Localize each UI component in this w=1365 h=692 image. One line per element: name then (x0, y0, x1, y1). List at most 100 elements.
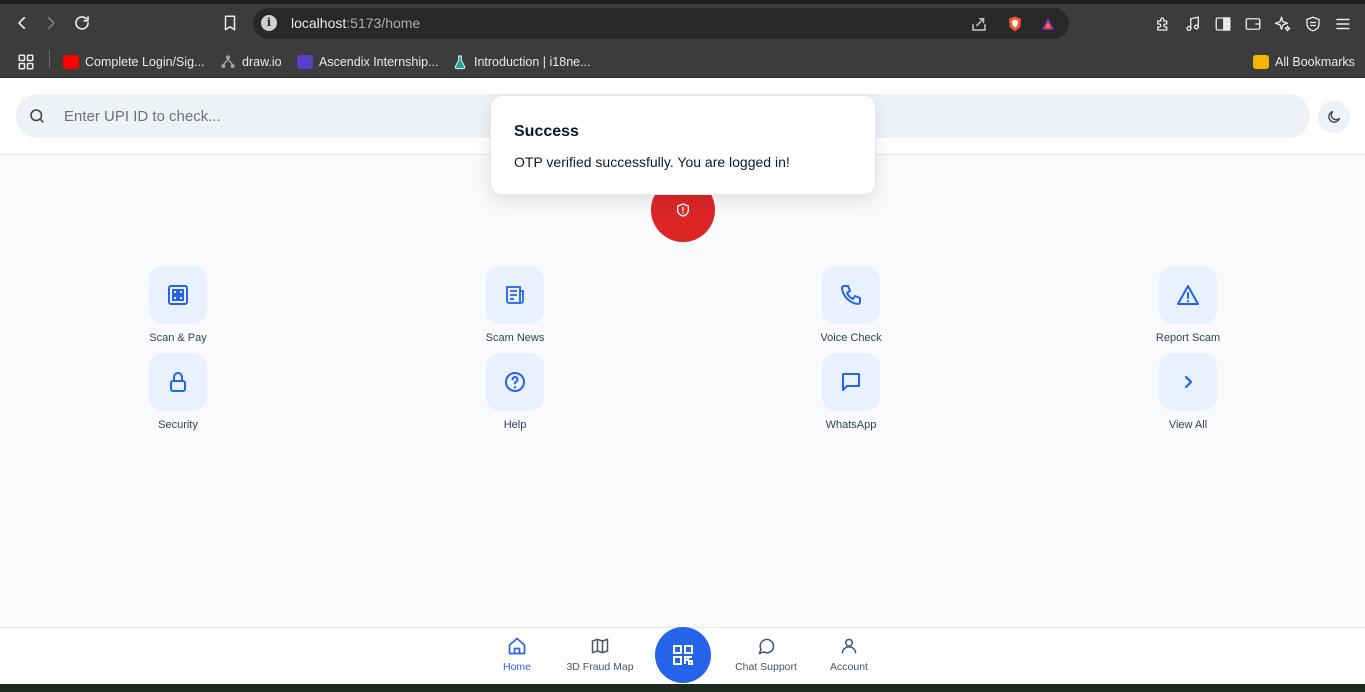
tile-label: Security (158, 419, 198, 431)
address-url: localhost:5173/home (291, 15, 421, 31)
tile-icon-box (822, 266, 880, 324)
tile-label: Scam News (485, 332, 545, 344)
nav-home[interactable]: Home (472, 636, 562, 673)
bookmark-item[interactable]: draw.io (220, 51, 282, 73)
nav-label: Home (502, 661, 531, 673)
site-info-icon[interactable]: i (261, 15, 277, 31)
phone-icon (841, 285, 861, 305)
bookmark-label: Introduction | i18ne... (474, 55, 591, 69)
toast-message: OTP verified successfully. You are logge… (514, 154, 790, 170)
moon-icon (1328, 111, 1340, 123)
brave-rewards-icon[interactable] (1039, 15, 1057, 33)
extensions-button[interactable] (1153, 14, 1173, 34)
shield-alert-icon (677, 203, 689, 217)
list-icon (297, 55, 313, 69)
sidebar-button[interactable] (1213, 14, 1233, 34)
toast-title: Success (514, 123, 579, 140)
flask-icon (454, 55, 466, 70)
vpn-button[interactable] (1303, 14, 1323, 34)
all-bookmarks-label: All Bookmarks (1275, 55, 1355, 69)
bookmark-item[interactable]: Complete Login/Sig... (63, 51, 205, 73)
tile-icon-box (149, 266, 207, 324)
tile-label: View All (1168, 419, 1208, 431)
shield-lines-icon (1306, 16, 1320, 32)
reload-button[interactable] (71, 12, 93, 34)
bookmark-page-button[interactable] (219, 12, 241, 34)
map-icon (591, 638, 609, 654)
grid-icon (168, 285, 188, 305)
chat-icon (842, 373, 860, 391)
back-button[interactable] (11, 12, 33, 34)
tile-view-all[interactable]: View All (1133, 353, 1243, 431)
brave-shield-icon[interactable] (1006, 15, 1024, 33)
apps-button[interactable] (17, 51, 35, 73)
arrow-right-icon (47, 16, 55, 30)
tile-report-scam[interactable]: Report Scam (1133, 266, 1243, 344)
arrow-left-icon (18, 16, 26, 30)
tile-icon-box (149, 353, 207, 411)
all-bookmarks-button[interactable]: All Bookmarks (1253, 51, 1355, 73)
bookmark-item[interactable]: Ascendix Internship... (297, 51, 439, 73)
bookmark-label: draw.io (242, 55, 282, 69)
folder-icon (1253, 55, 1269, 69)
share-icon[interactable] (970, 15, 988, 33)
nav-chat-support[interactable]: Chat Support (721, 636, 811, 673)
tile-help[interactable]: Help (460, 353, 570, 431)
nav-label: Chat Support (735, 661, 797, 673)
tile-icon-box (822, 353, 880, 411)
bookmark-label: Ascendix Internship... (319, 55, 439, 69)
qr-scan-button[interactable] (655, 627, 711, 683)
wallet-button[interactable] (1243, 14, 1263, 34)
nav-label: Account (830, 661, 868, 673)
tile-scan-pay[interactable]: Scan & Pay (123, 266, 233, 344)
tile-icon-box (1159, 266, 1217, 324)
wallet-icon (1245, 18, 1261, 30)
nav-account[interactable]: Account (804, 636, 894, 673)
success-toast: Success OTP verified successfully. You a… (490, 95, 876, 195)
home-icon (508, 637, 526, 655)
tile-icon-box (486, 266, 544, 324)
puzzle-icon (1157, 17, 1168, 31)
nav-label: 3D Fraud Map (566, 661, 634, 673)
browser-toolbar: i localhost:5173/home (0, 0, 1365, 46)
reload-icon (75, 16, 89, 30)
nav-fraud-map[interactable]: 3D Fraud Map (555, 636, 645, 673)
tile-label: Help (503, 419, 527, 431)
youtube-icon (63, 55, 79, 69)
apps-grid-icon (18, 54, 34, 70)
media-button[interactable] (1183, 14, 1203, 34)
tile-icon-box (486, 353, 544, 411)
forward-button[interactable] (40, 12, 62, 34)
tile-label: Voice Check (820, 332, 882, 344)
address-bar[interactable]: i localhost:5173/home (253, 8, 1069, 39)
lock-icon (170, 372, 186, 392)
message-circle-icon (758, 638, 775, 655)
tile-label: Scan & Pay (149, 332, 207, 344)
tile-whatsapp[interactable]: WhatsApp (796, 353, 906, 431)
sidebar-icon (1215, 17, 1231, 31)
tile-scam-news[interactable]: Scam News (460, 266, 570, 344)
bookmark-item[interactable]: Introduction | i18ne... (452, 51, 591, 73)
warning-icon (1177, 285, 1199, 305)
browser-tab-strip (0, 0, 1365, 4)
tile-icon-box (1159, 353, 1217, 411)
tile-security[interactable]: Security (123, 353, 233, 431)
tile-voice-check[interactable]: Voice Check (796, 266, 906, 344)
music-note-icon (1186, 16, 1199, 32)
hamburger-icon (1336, 18, 1350, 30)
drawio-icon (221, 55, 235, 68)
theme-toggle-button[interactable] (1318, 101, 1350, 133)
app-root: Scan & Pay Scam News Voice Check Report … (0, 78, 1365, 692)
qr-code-icon (673, 645, 693, 665)
bookmark-icon (224, 15, 236, 31)
leo-ai-button[interactable] (1273, 14, 1293, 34)
browser-menu-button[interactable] (1333, 14, 1353, 34)
newspaper-icon (506, 286, 524, 304)
help-icon (505, 372, 525, 392)
bookmarks-divider (49, 50, 50, 68)
chevron-right-icon (1184, 375, 1193, 389)
os-taskbar (0, 684, 1365, 692)
bookmarks-bar: Complete Login/Sig... draw.io Ascendix I… (0, 46, 1365, 78)
user-icon (841, 638, 857, 654)
tile-label: Report Scam (1155, 332, 1221, 344)
